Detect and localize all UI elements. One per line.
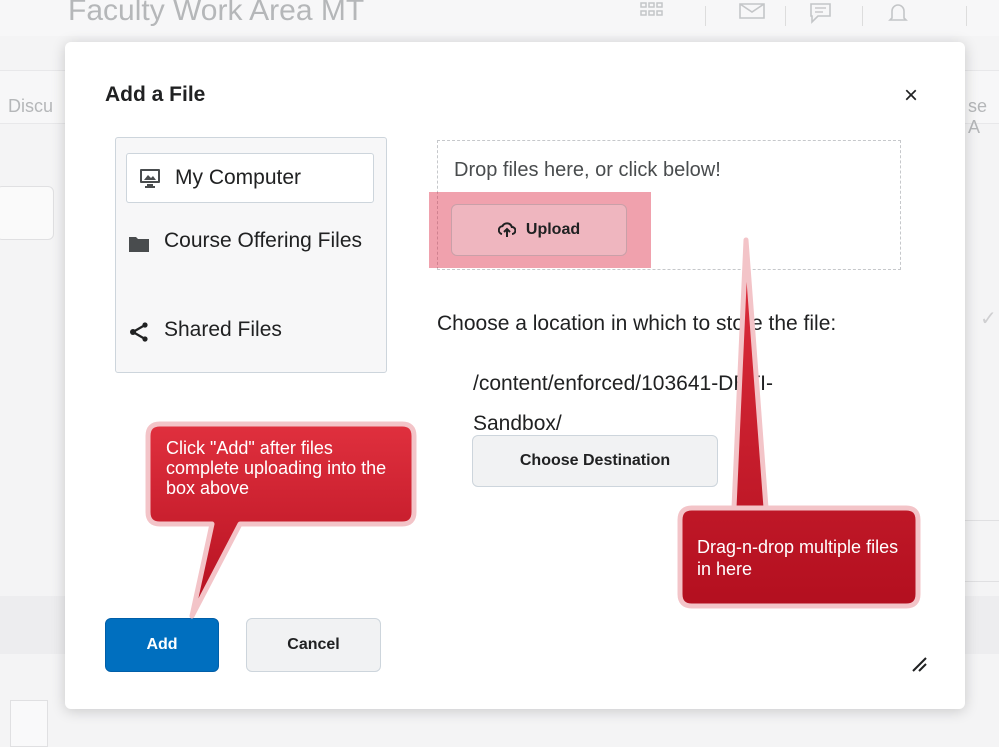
header-divider (862, 6, 863, 26)
choose-destination-button[interactable]: Choose Destination (472, 435, 718, 487)
mail-icon (739, 3, 765, 19)
dropzone-text: Drop files here, or click below! (454, 159, 721, 181)
dialog-title: Add a File (105, 83, 206, 106)
background-page-title: Faculty Work Area MT (68, 0, 365, 27)
background-nav-item: Discu (8, 96, 54, 116)
upload-button[interactable]: Upload (451, 204, 627, 256)
background-box (10, 700, 48, 747)
upload-label: Upload (525, 221, 581, 238)
background-field (0, 186, 54, 240)
apps-grid-icon (640, 2, 663, 16)
file-source-list: My Computer Course Offering Files Shared… (115, 137, 387, 373)
header-divider (966, 6, 967, 26)
cloud-upload-icon (497, 222, 516, 237)
background-nav-item: se A (968, 96, 988, 137)
source-item-label: My Computer (175, 166, 302, 189)
monitor-icon (140, 169, 160, 188)
close-button[interactable]: × (897, 82, 925, 110)
source-item-my-computer[interactable]: My Computer (126, 153, 374, 203)
location-path: /content/enforced/103641-DETI-Sandbox/ (473, 372, 774, 435)
share-icon (130, 322, 148, 342)
header-divider (705, 6, 706, 26)
source-item-course-offering-files[interactable]: Course Offering Files (128, 224, 376, 258)
callout-drop-text: Drag-n-drop multiple files in here (697, 537, 899, 579)
location-label: Choose a location in which to store the … (437, 312, 837, 335)
folder-icon (129, 237, 149, 252)
add-button[interactable]: Add (105, 618, 219, 672)
header-divider (785, 6, 786, 26)
bell-icon (888, 4, 908, 21)
source-item-shared-files[interactable]: Shared Files (128, 318, 376, 343)
check-icon: ✓ (980, 308, 997, 330)
source-item-label: Shared Files (164, 318, 282, 341)
resize-handle-icon[interactable] (909, 654, 927, 672)
source-item-label: Course Offering Files (164, 229, 363, 252)
background-row (964, 520, 999, 582)
chat-icon (810, 3, 831, 24)
callout-add-text: Click "Add" after files complete uploadi… (166, 438, 387, 498)
add-file-dialog: Add a File × My Computer Course Offering… (65, 42, 965, 709)
cancel-button[interactable]: Cancel (246, 618, 381, 672)
